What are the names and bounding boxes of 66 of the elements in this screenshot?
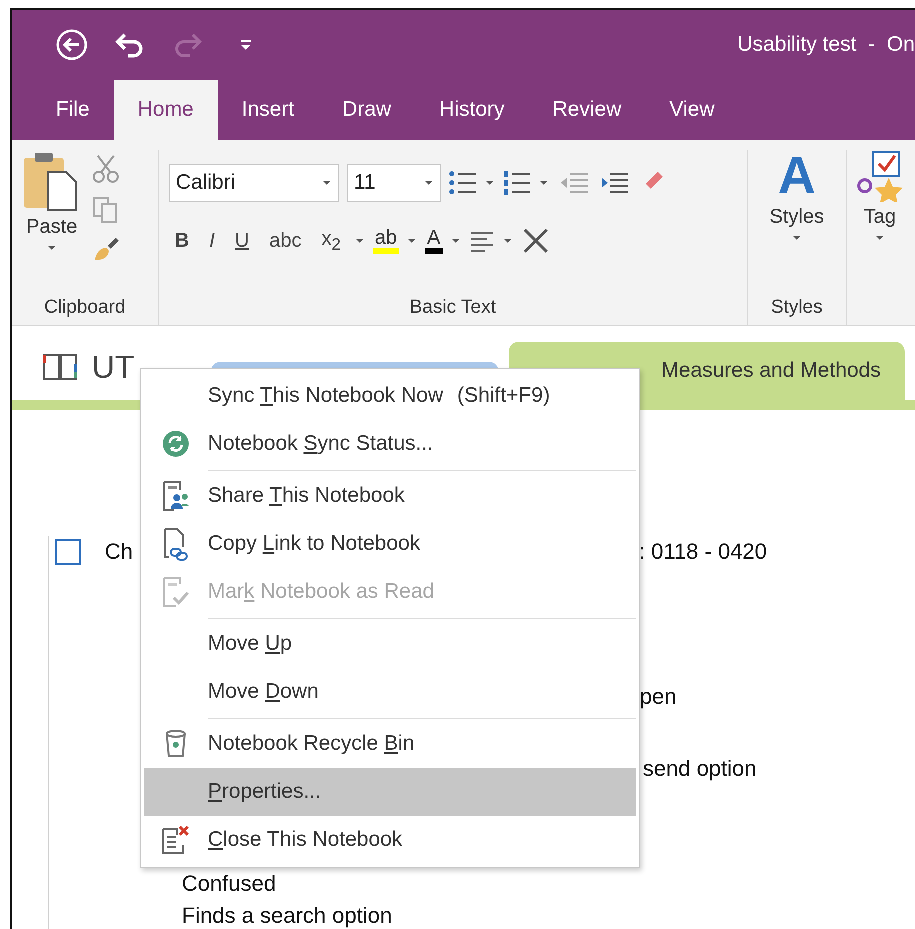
ribbon-tab[interactable]: Home — [114, 80, 218, 140]
caret-icon — [47, 243, 57, 253]
numbered-list-icon[interactable] — [503, 170, 531, 196]
group-label: Clipboard — [43, 297, 127, 320]
caret-icon — [875, 233, 885, 243]
share-icon — [162, 480, 190, 512]
font-color-button[interactable]: A — [425, 228, 443, 254]
caret-icon — [424, 178, 434, 188]
menu-item[interactable]: Move Down — [144, 668, 636, 716]
ribbon-tab[interactable]: View — [646, 80, 739, 140]
format-button[interactable]: U — [229, 230, 256, 252]
menu-item[interactable]: Move Up — [144, 620, 636, 668]
note-text: Finds a search option — [182, 903, 392, 929]
note-text: : 0118 - 0420 — [639, 539, 768, 565]
menu-item[interactable]: Notebook Recycle Bin — [144, 720, 636, 768]
close-document-icon — [161, 825, 191, 855]
note-text: send option — [643, 756, 757, 782]
note-text: Confused — [182, 871, 276, 897]
align-icon[interactable] — [468, 230, 495, 252]
format-button[interactable]: I — [203, 230, 222, 252]
format-button[interactable]: x$_{2}$ — [316, 228, 347, 254]
group-label: Basic Text — [408, 297, 498, 320]
tag-button[interactable]: Tag — [857, 150, 903, 325]
book-icon — [42, 352, 78, 382]
todo-checkbox[interactable] — [55, 539, 81, 565]
menu-item[interactable]: Share This Notebook — [144, 472, 636, 520]
tag-icon — [857, 150, 903, 202]
sync-icon — [162, 430, 190, 458]
menu-item[interactable]: Notebook Sync Status... — [144, 420, 636, 468]
paste-button[interactable]: Paste — [22, 150, 82, 297]
ribbon-tab[interactable]: Draw — [318, 80, 416, 140]
window-title: Usability test - On — [738, 33, 915, 57]
caret-icon — [354, 236, 365, 246]
styles-button[interactable]: A Styles — [770, 150, 824, 297]
menu-item[interactable]: Properties... — [144, 768, 636, 816]
caret-icon — [322, 178, 332, 188]
format-button[interactable]: abc — [263, 230, 308, 252]
menu-item[interactable]: Copy Link to Notebook — [144, 520, 636, 568]
undo-icon — [115, 32, 145, 58]
ribbon-tab[interactable]: Review — [528, 80, 646, 140]
back-button[interactable] — [54, 27, 90, 63]
font-size-field[interactable]: 11 — [347, 164, 441, 202]
ribbon-tab[interactable]: File — [32, 80, 114, 140]
caret-icon — [792, 233, 802, 243]
redo-icon — [173, 32, 203, 58]
check-document-icon — [162, 576, 190, 608]
note-text: pen — [640, 684, 677, 710]
font-name-field[interactable]: Calibri — [169, 164, 339, 202]
bin-icon — [165, 729, 187, 759]
customize-icon — [239, 38, 253, 52]
caret-icon — [502, 236, 513, 246]
scissors-icon[interactable] — [92, 154, 120, 184]
caret-icon — [485, 178, 495, 188]
group-label: Styles — [770, 297, 824, 320]
link-document-icon — [163, 527, 189, 561]
caret-icon — [450, 236, 461, 246]
bullet-list-icon[interactable] — [449, 170, 477, 196]
format-button[interactable]: B — [169, 230, 196, 252]
back-icon — [55, 28, 89, 62]
note-text: Ch — [105, 539, 134, 565]
caret-icon — [539, 178, 549, 188]
highlight-button[interactable]: ab — [372, 228, 400, 254]
ribbon-tab[interactable]: Insert — [218, 80, 318, 140]
menu-item[interactable]: Close This Notebook — [144, 816, 636, 864]
caret-icon — [407, 236, 418, 246]
ribbon-tab[interactable]: History — [415, 80, 529, 140]
